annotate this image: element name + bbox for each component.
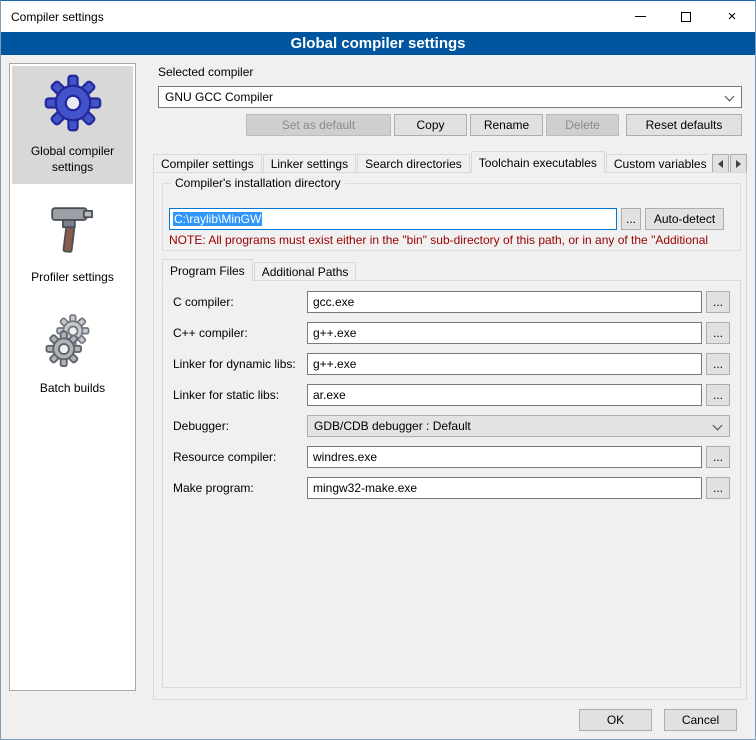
tab-search-directories[interactable]: Search directories <box>357 154 470 173</box>
compiler-settings-window: Compiler settings × Global compiler sett… <box>0 0 756 740</box>
settings-category-sidebar: Global compiler settings Profiler settin… <box>9 63 136 691</box>
sidebar-item-label: Batch builds <box>14 381 131 397</box>
resource-compiler-input[interactable] <box>307 446 702 468</box>
cpp-compiler-browse-button[interactable]: ... <box>706 322 730 344</box>
batch-builds-gears-icon <box>44 311 102 369</box>
maximize-icon <box>681 12 691 22</box>
scroll-left-icon <box>718 160 723 168</box>
reset-defaults-button[interactable]: Reset defaults <box>626 114 742 136</box>
dialog-body: Global compiler settings Profiler settin… <box>1 55 755 739</box>
sidebar-item-label: Profiler settings <box>14 270 131 286</box>
subtab-program-files[interactable]: Program Files <box>162 259 253 281</box>
copy-button[interactable]: Copy <box>394 114 467 136</box>
c-compiler-label: C compiler: <box>173 295 307 309</box>
ok-button[interactable]: OK <box>579 709 652 731</box>
form-row-c-compiler: C compiler: ... <box>173 291 730 313</box>
linker-dynamic-input[interactable] <box>307 353 702 375</box>
selected-compiler-label: Selected compiler <box>158 65 253 79</box>
set-as-default-button: Set as default <box>246 114 391 136</box>
installation-directory-group-label: Compiler's installation directory <box>171 176 345 190</box>
tab-linker-settings[interactable]: Linker settings <box>263 154 356 173</box>
dialog-footer: OK Cancel <box>579 709 737 731</box>
form-row-resource-compiler: Resource compiler: ... <box>173 446 730 468</box>
installation-directory-input[interactable]: C:\raylib\MinGW <box>169 208 617 230</box>
linker-dynamic-browse-button[interactable]: ... <box>706 353 730 375</box>
program-files-tabstrip: Program Files Additional Paths <box>162 259 357 281</box>
rename-button[interactable]: Rename <box>470 114 543 136</box>
tab-scroll-left-button[interactable] <box>712 154 729 173</box>
linker-dynamic-label: Linker for dynamic libs: <box>173 357 307 371</box>
titlebar: Compiler settings × <box>1 1 755 32</box>
chevron-down-icon <box>725 92 735 102</box>
make-program-label: Make program: <box>173 481 307 495</box>
sidebar-item-profiler-settings[interactable]: Profiler settings <box>12 192 133 295</box>
debugger-selected-value: GDB/CDB debugger : Default <box>314 419 471 433</box>
global-compiler-gear-icon <box>44 74 102 132</box>
selected-compiler-value: GNU GCC Compiler <box>165 90 273 104</box>
chevron-down-icon <box>713 421 723 431</box>
cpp-compiler-label: C++ compiler: <box>173 326 307 340</box>
make-program-browse-button[interactable]: ... <box>706 477 730 499</box>
close-button[interactable]: × <box>709 1 755 32</box>
dialog-header-title: Global compiler settings <box>290 35 465 52</box>
linker-static-browse-button[interactable]: ... <box>706 384 730 406</box>
sidebar-item-global-compiler-settings[interactable]: Global compiler settings <box>12 66 133 184</box>
installation-directory-group: Compiler's installation directory C:\ray… <box>162 183 741 251</box>
maximize-button[interactable] <box>663 1 709 32</box>
auto-detect-button[interactable]: Auto-detect <box>645 208 724 230</box>
tab-compiler-settings[interactable]: Compiler settings <box>153 154 262 173</box>
resource-compiler-label: Resource compiler: <box>173 450 307 464</box>
minimize-icon <box>635 16 646 17</box>
form-row-linker-dynamic: Linker for dynamic libs: ... <box>173 353 730 375</box>
bin-subdirectory-note: NOTE: All programs must exist either in … <box>169 233 738 247</box>
resource-compiler-browse-button[interactable]: ... <box>706 446 730 468</box>
tab-scroll-right-button[interactable] <box>730 154 747 173</box>
toolchain-executables-panel: Compiler's installation directory C:\ray… <box>153 172 747 700</box>
tab-custom-variables[interactable]: Custom variables <box>606 154 709 173</box>
minimize-button[interactable] <box>617 1 663 32</box>
form-row-make-program: Make program: ... <box>173 477 730 499</box>
cancel-button[interactable]: Cancel <box>664 709 737 731</box>
debugger-label: Debugger: <box>173 419 307 433</box>
c-compiler-browse-button[interactable]: ... <box>706 291 730 313</box>
installation-directory-row: C:\raylib\MinGW ... Auto-detect <box>169 208 724 230</box>
make-program-input[interactable] <box>307 477 702 499</box>
selected-compiler-select[interactable]: GNU GCC Compiler <box>158 86 742 108</box>
tab-scroll-controls <box>712 154 747 173</box>
cpp-compiler-input[interactable] <box>307 322 702 344</box>
sidebar-item-batch-builds[interactable]: Batch builds <box>12 303 133 406</box>
linker-static-label: Linker for static libs: <box>173 388 307 402</box>
tab-toolchain-executables[interactable]: Toolchain executables <box>471 151 605 173</box>
form-row-debugger: Debugger: GDB/CDB debugger : Default <box>173 415 730 437</box>
window-controls: × <box>617 1 755 32</box>
sidebar-item-label: Global compiler settings <box>14 144 131 175</box>
main-panel: Selected compiler GNU GCC Compiler Set a… <box>146 55 750 739</box>
settings-tabstrip: Compiler settings Linker settings Search… <box>153 151 709 173</box>
form-row-linker-static: Linker for static libs: ... <box>173 384 730 406</box>
installation-directory-selected-text: C:\raylib\MinGW <box>173 212 262 226</box>
scroll-right-icon <box>736 160 741 168</box>
compiler-actions: Set as default Copy Rename Delete Reset … <box>158 114 742 136</box>
c-compiler-input[interactable] <box>307 291 702 313</box>
linker-static-input[interactable] <box>307 384 702 406</box>
delete-button: Delete <box>546 114 619 136</box>
form-row-cpp-compiler: C++ compiler: ... <box>173 322 730 344</box>
dialog-header: Global compiler settings <box>1 32 755 55</box>
window-title: Compiler settings <box>11 10 104 24</box>
subtab-additional-paths[interactable]: Additional Paths <box>254 262 357 281</box>
profiler-tool-icon <box>44 200 102 258</box>
program-files-panel: C compiler: ... C++ compiler: ... Linker… <box>162 280 741 688</box>
installation-directory-browse-button[interactable]: ... <box>621 208 641 230</box>
debugger-select[interactable]: GDB/CDB debugger : Default <box>307 415 730 437</box>
close-icon: × <box>728 9 737 24</box>
